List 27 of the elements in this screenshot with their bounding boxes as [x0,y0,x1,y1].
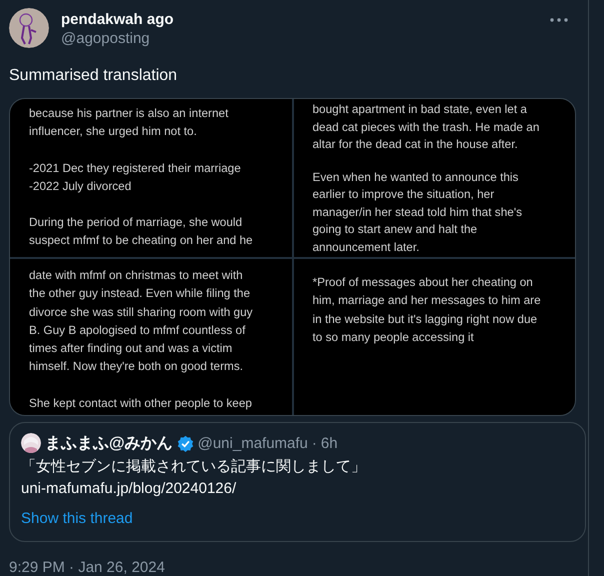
separator-dot: · [312,434,317,452]
avatar[interactable] [9,8,49,48]
screenshot-paragraph: *Proof of messages about her cheating on him, marriage and her messages to him are in the website but it's lagging right now due to so many people accessing it [312,274,542,346]
tweet-text: Summarised translation [9,66,178,86]
screenshot-paragraph: She kept contact with other people to keep [29,394,253,412]
more-icon[interactable] [550,18,568,22]
avatar [21,433,41,453]
screenshot-paragraph: During the period of marriage, she would suspect mfmf to be cheating on her and he [29,214,254,250]
image-panel[interactable] [294,99,575,257]
image-panel[interactable] [10,99,292,257]
author-name[interactable]: pendakwah ago [61,11,550,29]
quote-author-name: まふまふ@みかん [45,434,173,454]
screenshot-paragraph: bought apartment in bad state, even let a dead cat pieces with the trash. He made an altar for the dead cat in the house after. [312,101,540,153]
quote-author-handle: @uni_mafumafu [198,434,308,452]
author-handle[interactable]: @agoposting [61,29,550,49]
quote-text: 「女性セブンに掲載されている記事に関しまして」 [21,457,367,477]
screenshot-paragraph: because his partner is also an internet influencer, she urged him not to. [29,105,230,140]
screenshot-paragraph: Even when he wanted to announce this earlier to improve the situation, her manager/in her stead told him that she's going to start anew and halt the announcement later. [312,168,523,256]
quoted-tweet[interactable]: まふまふ@みかん @uni_mafumafu · 6h 「女性セブンに掲載されている記事に関しまして」 uni-mafumafu.jp/blog/20240126/ Show this thread [9,422,586,542]
quote-link[interactable]: uni-mafumafu.jp/blog/20240126/ [21,479,574,499]
show-thread-link[interactable]: Show this thread [21,509,574,529]
image-panel[interactable]: *Proof of messages about her cheating on him, marriage and her messages to him are in the website but it's lagging right now due to so many people accessing it [294,259,575,415]
screenshot-paragraph: date with mfmf on christmas to meet with the other guy instead. Even while filing the divorce she was still sharing room with guy B. Guy B apologised to mfmf countless of times after finding out and was a victim himself. Now they're both on good terms. [29,267,254,376]
image-panel[interactable] [10,259,292,415]
quote-time: 6h [320,434,338,452]
screenshot-paragraph: -2021 Dec they registered their marriage -2022 July divorced [29,160,242,195]
timestamp[interactable]: 9:29 PM · Jan 26, 2024 [9,559,573,576]
